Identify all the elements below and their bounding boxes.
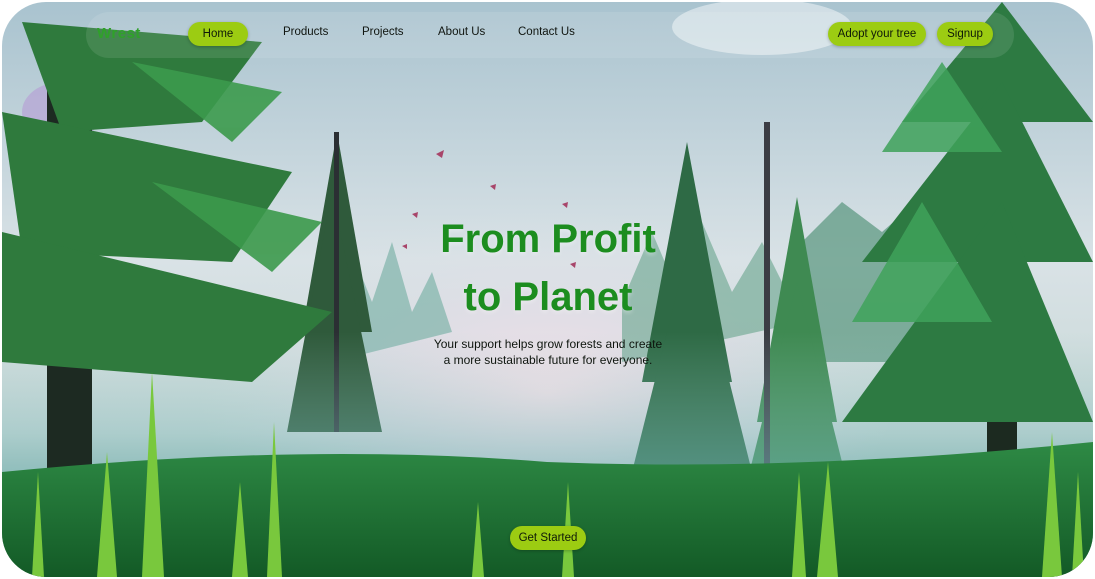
hero-subtitle: Your support helps grow forests and crea… [398, 336, 698, 368]
brand-logo[interactable]: Wrest [97, 25, 141, 42]
adopt-tree-button[interactable]: Adopt your tree [828, 22, 926, 46]
get-started-button[interactable]: Get Started [510, 526, 586, 550]
signup-button[interactable]: Signup [937, 22, 993, 46]
hero-title-line-2: to Planet [463, 275, 633, 319]
nav-home-button[interactable]: Home [188, 22, 248, 46]
hero-subtitle-line-2: a more sustainable future for everyone. [443, 353, 653, 367]
nav-products-link[interactable]: Products [283, 26, 328, 38]
nav-projects-link[interactable]: Projects [362, 26, 404, 38]
hero-title: From Profit to Planet [398, 210, 698, 326]
hero-title-line-1: From Profit [440, 217, 656, 261]
hero-subtitle-line-1: Your support helps grow forests and crea… [433, 337, 663, 351]
nav-about-link[interactable]: About Us [438, 26, 485, 38]
nav-contact-link[interactable]: Contact Us [518, 26, 575, 38]
